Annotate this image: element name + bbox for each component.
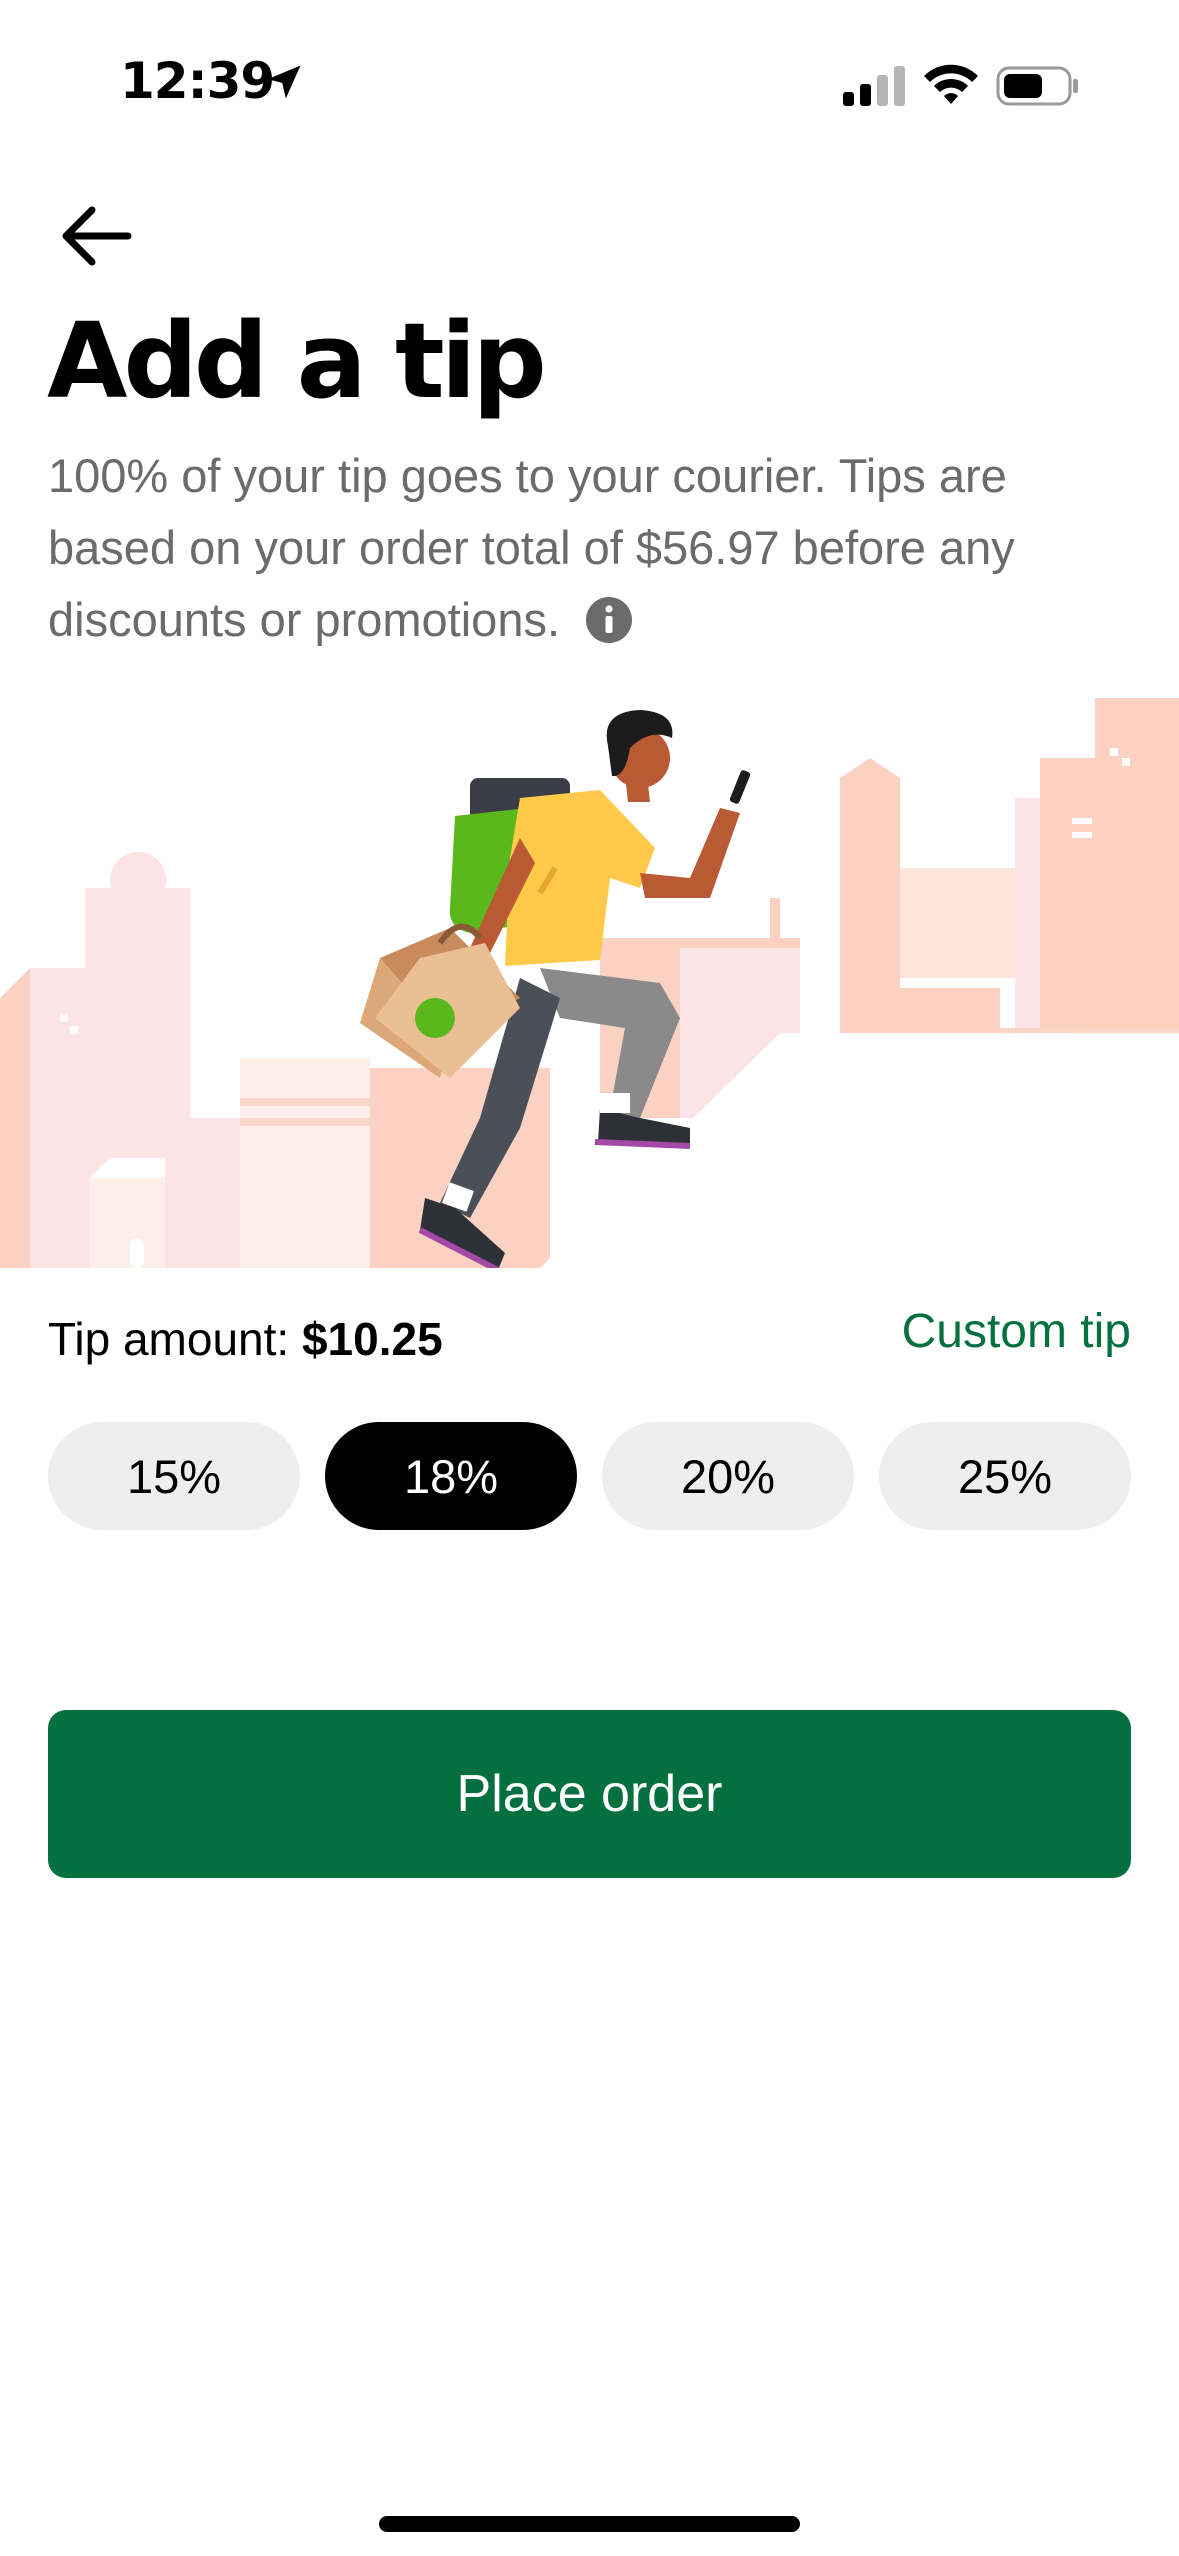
- courier-illustration: [0, 698, 1179, 1268]
- status-bar: 12:39: [0, 0, 1179, 150]
- tip-option-15[interactable]: 15%: [48, 1422, 300, 1530]
- home-indicator[interactable]: [379, 2516, 800, 2532]
- tip-description-text: 100% of your tip goes to your courier. T…: [48, 449, 1015, 646]
- custom-tip-link[interactable]: Custom tip: [902, 1304, 1131, 1359]
- page-title: Add a tip: [47, 300, 547, 422]
- tip-amount-label: Tip amount:: [48, 1313, 302, 1365]
- battery-icon: [996, 66, 1078, 106]
- place-order-button[interactable]: Place order: [48, 1710, 1131, 1878]
- wifi-icon: [924, 64, 978, 104]
- tip-amount: Tip amount: $10.25: [48, 1312, 443, 1366]
- tip-option-25[interactable]: 25%: [879, 1422, 1131, 1530]
- back-arrow-icon[interactable]: [58, 198, 134, 274]
- status-time: 12:39: [120, 52, 275, 110]
- info-icon[interactable]: [585, 596, 633, 644]
- tip-amount-value: $10.25: [301, 1313, 443, 1365]
- location-arrow-icon: [267, 65, 301, 99]
- tip-option-20[interactable]: 20%: [602, 1422, 854, 1530]
- tip-amount-row: Tip amount: $10.25 Custom tip: [48, 1304, 1131, 1374]
- tip-option-18[interactable]: 18%: [325, 1422, 577, 1530]
- signal-icon: [843, 66, 905, 106]
- tip-options: 15% 18% 20% 25%: [48, 1422, 1131, 1530]
- tip-description: 100% of your tip goes to your courier. T…: [48, 440, 1108, 656]
